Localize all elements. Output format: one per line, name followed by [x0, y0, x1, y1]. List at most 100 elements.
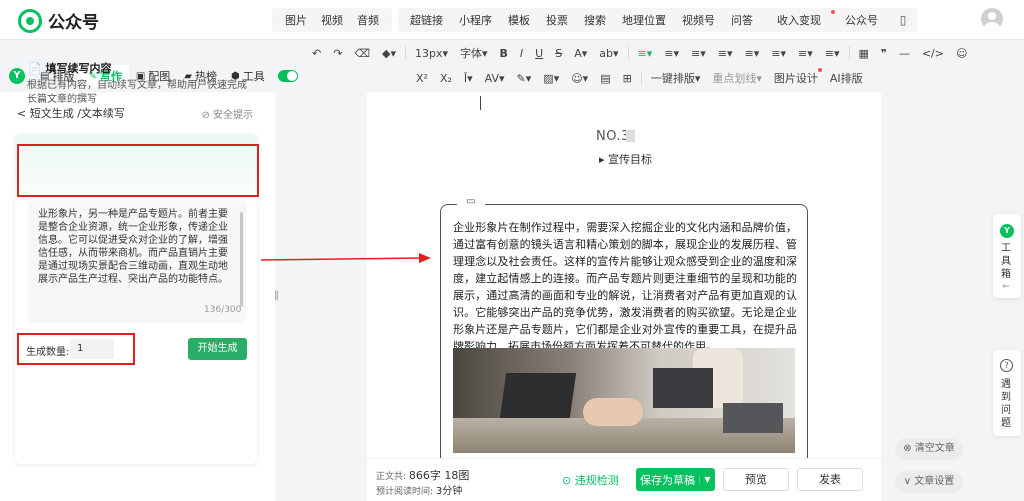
breadcrumb[interactable]: < 短文生成 /文本续写	[17, 105, 125, 121]
line-height-icon[interactable]: ≡▾	[739, 47, 766, 60]
word-count-value: 866字 18图	[408, 469, 470, 482]
insert-qa[interactable]: 问答	[723, 12, 761, 28]
bullet-list-icon[interactable]: ≡▾	[792, 47, 819, 60]
help-panel[interactable]: ? 遇到问题	[993, 350, 1021, 436]
subscript-icon[interactable]: X₂	[434, 72, 458, 85]
bold-icon[interactable]: B	[494, 47, 514, 60]
insert-video-menu[interactable]: 视频	[314, 12, 350, 28]
clear-article-button[interactable]: ⊗ 清空文章	[895, 438, 963, 460]
start-generate-button[interactable]: 开始生成	[188, 338, 247, 360]
insert-channels[interactable]: 视频号	[674, 12, 723, 28]
insert-monetize[interactable]: 收入变现	[761, 10, 837, 28]
section-title: ▸ 宣传目标	[599, 153, 653, 166]
format-painter-icon[interactable]: ◆▾	[376, 47, 402, 60]
article-paragraph[interactable]: 企业形象片在制作过程中，需要深入挖掘企业的文化内涵和品牌价值，通过富有创意的镜头…	[453, 219, 797, 355]
insert-mini-program[interactable]: 小程序	[451, 12, 500, 28]
plugin-logo-icon[interactable]: Y	[9, 68, 25, 84]
toolbar-divider	[640, 71, 642, 85]
code-icon[interactable]: </>	[916, 47, 950, 60]
html-icon[interactable]: ▤	[594, 72, 616, 85]
align-left-icon[interactable]: ≡▾	[632, 47, 659, 60]
pen-icon[interactable]: ✎▾	[511, 72, 538, 85]
redo-icon[interactable]: ↷	[327, 47, 348, 60]
publish-button[interactable]: 发表	[797, 468, 863, 491]
word-count: 正文共: 866字 18图	[376, 467, 469, 483]
font-color-icon[interactable]: A▾	[568, 47, 593, 60]
mobile-preview-icon[interactable]: ▯	[892, 9, 914, 31]
collapse-icon[interactable]: ⇐	[1002, 282, 1010, 292]
font-size-select[interactable]: 13px▾	[409, 47, 454, 60]
ai-layout-button[interactable]: AI排版	[824, 70, 869, 86]
indent-icon[interactable]: ≡▾	[712, 47, 739, 60]
quote-icon[interactable]: ❞	[875, 47, 893, 60]
chevron-down-icon[interactable]: ▼	[699, 475, 715, 484]
insert-location[interactable]: 地理位置	[614, 12, 674, 28]
format-toolbar-row1: ↶ ↷ ⌫ ◆▾ 13px▾ 字体▾ B I U S A▾ ab▾ ≡▾ ≡▾ …	[306, 43, 973, 63]
one-click-layout-button[interactable]: 一键排版▾	[645, 70, 707, 86]
photo-laptop	[723, 403, 783, 433]
wechat-logo-icon	[18, 8, 42, 33]
photo-laptop	[499, 373, 577, 418]
emoji-icon[interactable]: ☺	[950, 47, 973, 60]
safety-tip-link[interactable]: ⊘ 安全提示	[201, 106, 253, 121]
insert-template[interactable]: 模板	[500, 12, 538, 28]
highlight-color-icon[interactable]: ab▾	[593, 47, 624, 60]
strikethrough-icon[interactable]: S	[549, 47, 568, 60]
insert-official-account[interactable]: 公众号	[837, 12, 886, 28]
text-indent-icon[interactable]: Ī▾	[458, 72, 479, 85]
annotation-highlight-box	[17, 144, 259, 197]
image-design-label: 图片设计	[773, 72, 818, 85]
table-icon[interactable]: ▦	[853, 47, 875, 60]
superscript-icon[interactable]: X²	[410, 72, 434, 85]
panel-resize-handle[interactable]: ‖	[274, 290, 279, 301]
article-image[interactable]	[453, 348, 795, 453]
save-draft-label: 保存为草稿	[640, 473, 695, 487]
eraser-icon[interactable]: ⌫	[348, 47, 376, 60]
generate-count-input[interactable]: 1	[70, 339, 114, 359]
violation-check-link[interactable]: ⊙ 违规检测	[562, 472, 619, 488]
toolbar-divider	[627, 46, 629, 60]
save-draft-button[interactable]: 保存为草稿 ▼	[636, 468, 715, 491]
insert-media-menu: 图片 视频 音频	[272, 8, 392, 32]
card-description: 根据已有内容，自动续写文章，帮助用户快速完成长篇文章的撰写	[27, 80, 247, 105]
image-design-button[interactable]: 图片设计	[768, 68, 824, 86]
numbered-list-icon[interactable]: ≡▾	[819, 47, 846, 60]
highlight-underline-button[interactable]: 重点划线▾	[706, 70, 768, 86]
paragraph-spacing-icon[interactable]: ≡▾	[765, 47, 792, 60]
undo-icon[interactable]: ↶	[306, 47, 327, 60]
notification-dot	[817, 68, 822, 72]
italic-icon[interactable]: I	[514, 47, 529, 60]
read-time-label: 预计阅读时间:	[376, 487, 434, 497]
plugin-toggle[interactable]	[277, 70, 298, 82]
article-settings-button[interactable]: ∨ 文章设置	[895, 471, 963, 493]
toolbox-panel[interactable]: Y 工具箱 ⇐	[993, 214, 1021, 298]
insert-search[interactable]: 搜索	[576, 12, 614, 28]
notification-dot	[831, 10, 835, 14]
divider-line-icon[interactable]: —	[893, 47, 916, 60]
align-justify-icon[interactable]: ≡▾	[685, 47, 712, 60]
underline-icon[interactable]: U	[529, 47, 549, 60]
sticker-icon[interactable]: ☺▾	[565, 72, 594, 85]
insert-link[interactable]: 超链接	[402, 12, 451, 28]
help-icon: ?	[1000, 359, 1013, 372]
insert-audio-menu[interactable]: 音频	[350, 12, 386, 28]
letter-spacing-icon[interactable]: AV▾	[479, 72, 511, 85]
top-bar: 公众号 图片 视频 音频 超链接 小程序 模板 投票 搜索 地理位置 视频号 问…	[0, 0, 1024, 40]
insert-vote[interactable]: 投票	[538, 12, 576, 28]
photo-hand	[583, 398, 643, 426]
read-time: 预计阅读时间: 3分钟	[376, 482, 462, 497]
box-icon[interactable]: ⊞	[617, 72, 638, 85]
avatar[interactable]	[981, 8, 1003, 30]
read-time-value: 3分钟	[435, 486, 463, 497]
toolbar-divider	[848, 46, 850, 60]
textarea-scrollbar[interactable]	[240, 212, 243, 307]
toolbox-label: 工具箱	[1001, 243, 1011, 280]
image-style-icon[interactable]: ▨▾	[537, 72, 565, 85]
insert-image-menu[interactable]: 图片	[278, 12, 314, 28]
font-family-select[interactable]: 字体▾	[454, 45, 494, 61]
align-center-icon[interactable]: ≡▾	[658, 47, 685, 60]
app-logo[interactable]: 公众号	[18, 8, 99, 33]
generate-count-label: 生成数量:	[26, 347, 70, 358]
preview-button[interactable]: 预览	[723, 468, 789, 491]
section-number-decoration	[626, 130, 635, 142]
